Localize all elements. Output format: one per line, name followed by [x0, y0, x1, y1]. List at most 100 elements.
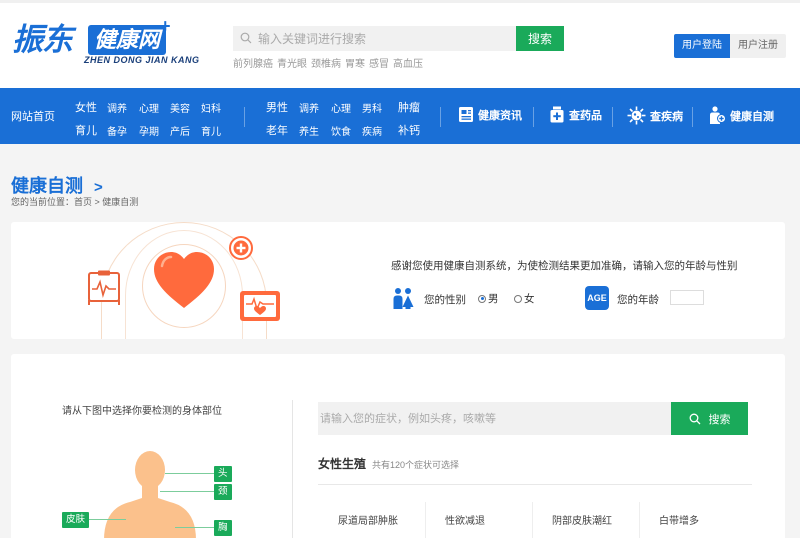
logo-box-text: 健康网 — [88, 25, 167, 55]
nav-link[interactable]: 疾病 — [362, 123, 382, 138]
radio-dot — [478, 294, 486, 303]
login-button[interactable]: 用户登陆 — [674, 34, 730, 58]
logo-subtitle: ZHEN DONG JIAN KANG — [84, 55, 200, 65]
register-button[interactable]: 用户注册 — [730, 34, 786, 58]
nav-link[interactable]: 补钙 — [398, 122, 420, 138]
page-title-text: 健康自测 — [11, 176, 83, 196]
nav-link[interactable]: 肿瘤 — [398, 99, 420, 115]
symptom-divider — [425, 502, 426, 538]
radio-dot — [514, 294, 522, 303]
heart-icon — [154, 252, 214, 308]
nav-link[interactable]: 养生 — [299, 123, 319, 138]
nav-home[interactable]: 网站首页 — [11, 108, 55, 124]
nav-feature-label: 查药品 — [569, 109, 602, 122]
nav-feature-label: 健康自测 — [730, 110, 774, 123]
hot-words: 前列腺癌 青光眼 颈椎病 胃寒 感冒 高血压 — [233, 55, 427, 70]
tag-connector — [86, 519, 126, 520]
section-subtitle: 共有120个症状可选择 — [372, 460, 460, 470]
symptom-item[interactable]: 阴部皮肤潮红 — [552, 512, 612, 527]
age-badge-icon: AGE — [585, 286, 609, 310]
virus-icon — [627, 106, 646, 125]
medical-cross-icon — [229, 236, 253, 260]
hot-word-link[interactable]: 感冒 — [369, 59, 389, 70]
nav-link[interactable]: 美容 — [170, 100, 190, 115]
gender-male-radio[interactable]: 男 — [478, 291, 499, 306]
clipboard-icon — [88, 270, 120, 305]
age-input[interactable] — [670, 290, 704, 305]
body-tag-neck[interactable]: 颈 — [214, 484, 232, 500]
nav-link[interactable]: 调养 — [107, 100, 127, 115]
hot-word-link[interactable]: 高血压 — [393, 59, 423, 70]
search-icon — [689, 413, 700, 424]
logo-main-text: 振东 — [12, 22, 73, 57]
nav-divider — [692, 107, 693, 127]
self-test-icon — [710, 106, 726, 124]
symptom-divider — [639, 502, 640, 538]
radio-label: 女 — [524, 293, 535, 305]
body-tag-skin[interactable]: 皮肤 — [62, 512, 90, 528]
main-nav: 网站首页 女性 调养 心理 美容 妇科 育儿 备孕 孕期 产后 育儿 男性 调养… — [0, 88, 800, 144]
news-icon — [459, 107, 473, 122]
radio-label: 男 — [488, 293, 499, 305]
symptom-item[interactable]: 尿道局部肿胀 — [338, 512, 398, 527]
body-tag-chest[interactable]: 胸 — [214, 520, 232, 536]
panel-divider — [292, 400, 293, 538]
symptom-item[interactable]: 白带增多 — [659, 512, 699, 527]
section-title: 女性生殖 — [318, 457, 367, 471]
symptom-search-input[interactable] — [318, 402, 671, 435]
nav-link[interactable]: 备孕 — [107, 123, 127, 138]
section-divider — [318, 484, 752, 485]
nav-feature-label: 健康资讯 — [478, 109, 522, 122]
symptom-divider — [532, 502, 533, 538]
nav-divider — [533, 107, 534, 127]
header-search-button[interactable]: 搜索 — [516, 26, 564, 51]
nav-link[interactable]: 育儿 — [201, 123, 221, 138]
site-logo[interactable]: 振东 健康网 + ZHEN DONG JIAN KANG — [12, 16, 199, 70]
nav-link[interactable]: 调养 — [299, 100, 319, 115]
search-icon — [240, 32, 252, 44]
nav-link[interactable]: 心理 — [139, 100, 159, 115]
nav-link[interactable]: 心理 — [331, 100, 351, 115]
page-title-arrow: > — [94, 179, 103, 196]
hot-word-link[interactable]: 前列腺癌 — [233, 59, 273, 70]
symptom-item[interactable]: 性欲减退 — [445, 512, 485, 527]
nav-link[interactable]: 男科 — [362, 100, 382, 115]
breadcrumb: 您的当前位置：首页 > 健康自测 — [11, 197, 139, 207]
nav-divider — [440, 107, 441, 127]
header-search: 搜索 — [233, 26, 564, 51]
intro-text: 感谢您使用健康自测系统，为使检测结果更加准确，请输入您的年龄与性别 — [391, 260, 738, 272]
nav-find-disease[interactable]: 查疾病 — [627, 106, 683, 125]
hot-word-link[interactable]: 颈椎病 — [311, 59, 341, 70]
body-select-hint: 请从下图中选择你要检测的身体部位 — [62, 406, 222, 417]
nav-find-medicine[interactable]: 查药品 — [549, 106, 602, 123]
nav-link[interactable]: 男性 — [266, 99, 288, 115]
symptom-search-label: 搜索 — [708, 413, 731, 426]
hot-word-link[interactable]: 青光眼 — [277, 59, 307, 70]
age-label: 您的年龄 — [617, 294, 659, 306]
header-search-input[interactable] — [233, 26, 516, 51]
nav-link[interactable]: 孕期 — [139, 123, 159, 138]
nav-link[interactable]: 育儿 — [75, 122, 97, 138]
symptom-search-button[interactable]: 搜索 — [671, 402, 748, 435]
nav-link[interactable]: 妇科 — [201, 100, 221, 115]
body-figure-icon[interactable] — [100, 450, 210, 538]
hot-word-link[interactable]: 胃寒 — [345, 59, 365, 70]
nav-link[interactable]: 老年 — [266, 122, 288, 138]
gender-female-radio[interactable]: 女 — [514, 291, 535, 306]
tag-connector — [165, 473, 215, 474]
nav-self-test[interactable]: 健康自测 — [709, 106, 774, 125]
logo-plus: + — [160, 16, 171, 36]
body-tag-head[interactable]: 头 — [214, 466, 232, 482]
monitor-icon — [240, 291, 280, 321]
nav-divider — [244, 107, 245, 127]
gender-icon — [393, 288, 414, 309]
nav-feature-label: 查疾病 — [650, 110, 683, 123]
tag-connector — [160, 491, 215, 492]
nav-link[interactable]: 女性 — [75, 99, 97, 115]
nav-link[interactable]: 饮食 — [331, 123, 351, 138]
nav-divider — [612, 107, 613, 127]
nav-link[interactable]: 产后 — [170, 123, 190, 138]
gender-label: 您的性别 — [424, 294, 466, 306]
tag-connector — [175, 527, 215, 528]
nav-health-news[interactable]: 健康资讯 — [458, 106, 522, 123]
